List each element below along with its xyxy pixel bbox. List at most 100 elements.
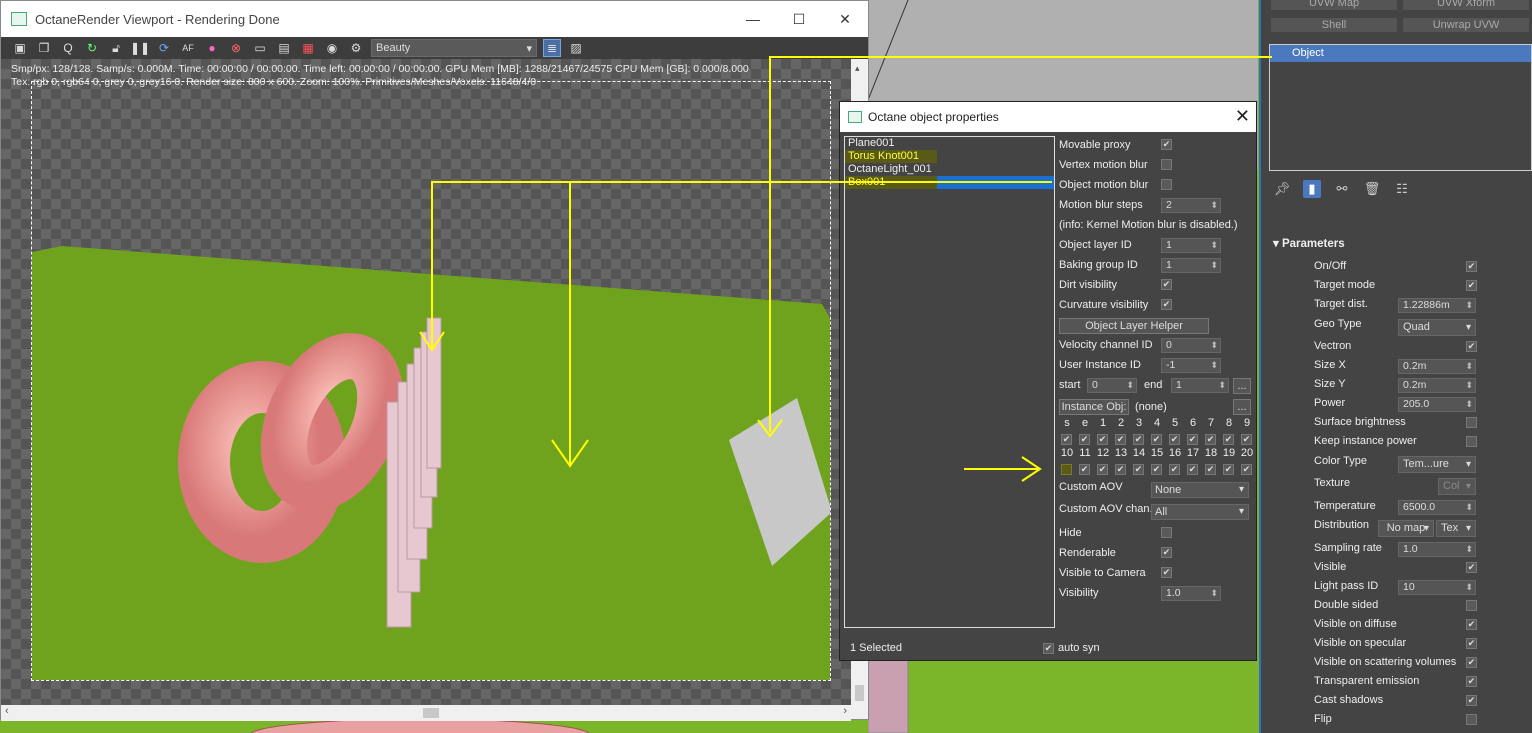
render-canvas[interactable]: Smp/px: 128/128. Samp/s: 0.000M. Time: 0… xyxy=(1,59,851,705)
zoom-icon[interactable]: Q xyxy=(59,39,77,57)
flip-checkbox[interactable] xyxy=(1466,714,1477,725)
grid-checkbox[interactable]: ✔ xyxy=(1205,434,1216,445)
vectron-checkbox[interactable]: ✔ xyxy=(1466,341,1477,352)
light-pass-id-input[interactable]: 10 xyxy=(1398,580,1476,595)
lock-icon[interactable]: 🔓︎ xyxy=(107,39,125,57)
cast-shadows-checkbox[interactable]: ✔ xyxy=(1466,695,1477,706)
start-input[interactable]: 0 xyxy=(1087,378,1137,393)
unwrap-uvw-button[interactable]: Unwrap UVW xyxy=(1403,18,1529,32)
target-mode-checkbox[interactable]: ✔ xyxy=(1466,280,1477,291)
instance-obj-button[interactable]: Instance Obj: xyxy=(1059,399,1129,415)
geo-type-select[interactable]: Quad xyxy=(1398,319,1476,336)
dialog-close-button[interactable]: ✕ xyxy=(1235,106,1250,127)
close-button[interactable]: ✕ xyxy=(822,1,868,37)
visibility-input[interactable]: 1.0 xyxy=(1161,586,1221,601)
horizontal-scroll-thumb[interactable] xyxy=(423,708,439,718)
render-region-icon[interactable]: ▦ xyxy=(299,39,317,57)
keep-instance-power-checkbox[interactable] xyxy=(1466,436,1477,447)
scroll-right-icon[interactable]: › xyxy=(843,705,847,717)
film-icon[interactable]: ▤ xyxy=(275,39,293,57)
grid-checkbox[interactable] xyxy=(1061,464,1072,475)
octane-render-viewport-window[interactable]: OctaneRender Viewport - Rendering Done —… xyxy=(0,0,869,721)
pin-icon[interactable]: 📌︎ xyxy=(1273,180,1291,198)
scroll-left-icon[interactable]: ‹ xyxy=(5,705,9,717)
list-item[interactable]: Box001 xyxy=(845,176,1054,189)
temperature-input[interactable]: 6500.0 xyxy=(1398,500,1476,515)
scroll-up-icon[interactable]: ▴ xyxy=(855,63,860,74)
transparent-emission-checkbox[interactable]: ✔ xyxy=(1466,676,1477,687)
octane-object-properties-dialog[interactable]: Octane object properties ✕ Plane001 Toru… xyxy=(839,101,1257,661)
list-view-icon[interactable]: ≣ xyxy=(543,39,561,57)
double-sided-checkbox[interactable] xyxy=(1466,600,1477,611)
object-list[interactable]: Plane001 Torus Knot001 OctaneLight_001 B… xyxy=(844,136,1055,628)
configure-icon[interactable]: ☷ xyxy=(1393,180,1411,198)
auto-sync-toggle[interactable]: ✔ auto syn xyxy=(1043,642,1100,654)
grid-checkbox[interactable]: ✔ xyxy=(1061,434,1072,445)
uvw-xform-button[interactable]: UVW Xform xyxy=(1403,0,1529,10)
grid-checkbox[interactable]: ✔ xyxy=(1151,464,1162,475)
renderable-checkbox[interactable]: ✔ xyxy=(1161,547,1172,558)
grid-checkbox[interactable]: ✔ xyxy=(1187,434,1198,445)
uvw-map-button[interactable]: UVW Map xyxy=(1271,0,1397,10)
show-end-result-icon[interactable]: ▮ xyxy=(1303,180,1321,198)
visible-on-scattering-checkbox[interactable]: ✔ xyxy=(1466,657,1477,668)
color-type-select[interactable]: Tem...ure xyxy=(1398,456,1476,473)
copy-icon[interactable]: ❐ xyxy=(35,39,53,57)
distribution-tex-select[interactable]: Tex xyxy=(1436,520,1476,537)
grid-checkbox[interactable]: ✔ xyxy=(1079,464,1090,475)
delete-icon[interactable]: 🗑︎ xyxy=(1363,180,1381,198)
motion-blur-steps-input[interactable]: 2 xyxy=(1161,198,1221,213)
user-instance-id-input[interactable]: -1 xyxy=(1161,358,1221,373)
parameters-rollout-header[interactable]: ▾ Parameters xyxy=(1273,236,1345,250)
instance-browse-button[interactable]: ... xyxy=(1233,399,1251,415)
restart-icon[interactable]: ↻ xyxy=(83,39,101,57)
distribution-map-button[interactable]: No map xyxy=(1378,520,1434,537)
grid-checkbox[interactable]: ✔ xyxy=(1169,464,1180,475)
custom-aov-channel-select[interactable]: All xyxy=(1151,504,1249,520)
visible-checkbox[interactable]: ✔ xyxy=(1466,562,1477,573)
object-layer-helper-button[interactable]: Object Layer Helper xyxy=(1059,318,1209,334)
curvature-visibility-checkbox[interactable]: ✔ xyxy=(1161,299,1172,310)
modifier-stack-item-object[interactable]: Object xyxy=(1270,45,1531,62)
power-input[interactable]: 205.0 xyxy=(1398,397,1476,412)
settings-icon[interactable]: ⚙ xyxy=(347,39,365,57)
grid-checkbox[interactable]: ✔ xyxy=(1151,434,1162,445)
grid-checkbox[interactable]: ✔ xyxy=(1079,434,1090,445)
object-motion-blur-checkbox[interactable] xyxy=(1161,179,1172,190)
grid-checkbox[interactable]: ✔ xyxy=(1097,434,1108,445)
aov-select[interactable]: Beauty ▾ xyxy=(371,39,537,57)
range-browse-button[interactable]: ... xyxy=(1233,378,1251,394)
size-x-input[interactable]: 0.2m xyxy=(1398,359,1476,374)
grid-checkbox[interactable]: ✔ xyxy=(1097,464,1108,475)
minimize-button[interactable]: — xyxy=(730,1,776,37)
visible-on-specular-checkbox[interactable]: ✔ xyxy=(1466,638,1477,649)
save-icon[interactable]: ▣ xyxy=(11,39,29,57)
end-input[interactable]: 1 xyxy=(1171,378,1229,393)
surface-brightness-checkbox[interactable] xyxy=(1466,417,1477,428)
baking-group-id-input[interactable]: 1 xyxy=(1161,258,1221,273)
color-picker-icon[interactable]: ● xyxy=(203,39,221,57)
horizontal-scrollbar[interactable]: ‹ › xyxy=(1,705,851,721)
modifier-stack[interactable]: Object xyxy=(1269,44,1532,171)
list-item[interactable]: OctaneLight_001 xyxy=(845,163,1054,176)
size-y-input[interactable]: 0.2m xyxy=(1398,378,1476,393)
grid-checkbox[interactable]: ✔ xyxy=(1223,464,1234,475)
custom-aov-select[interactable]: None xyxy=(1151,482,1249,498)
visible-to-camera-checkbox[interactable]: ✔ xyxy=(1161,567,1172,578)
list-item[interactable]: Plane001 xyxy=(845,137,1054,150)
vertex-motion-blur-checkbox[interactable] xyxy=(1161,159,1172,170)
grid-checkbox[interactable]: ✔ xyxy=(1115,434,1126,445)
command-panel[interactable]: UVW Map UVW Xform Shell Unwrap UVW Objec… xyxy=(1259,0,1532,733)
grid-checkbox[interactable]: ✔ xyxy=(1223,434,1234,445)
movable-proxy-checkbox[interactable]: ✔ xyxy=(1161,139,1172,150)
grid-checkbox[interactable]: ✔ xyxy=(1115,464,1126,475)
grid-checkbox[interactable]: ✔ xyxy=(1133,464,1144,475)
dirt-visibility-checkbox[interactable]: ✔ xyxy=(1161,279,1172,290)
object-layer-id-input[interactable]: 1 xyxy=(1161,238,1221,253)
stop-icon[interactable]: ⊗ xyxy=(227,39,245,57)
sampling-rate-input[interactable]: 1.0 xyxy=(1398,542,1476,557)
grid-checkbox[interactable]: ✔ xyxy=(1205,464,1216,475)
pause-icon[interactable]: ❚❚ xyxy=(130,39,150,57)
grid-checkbox[interactable]: ✔ xyxy=(1241,434,1252,445)
maximize-button[interactable]: ☐ xyxy=(776,1,822,37)
